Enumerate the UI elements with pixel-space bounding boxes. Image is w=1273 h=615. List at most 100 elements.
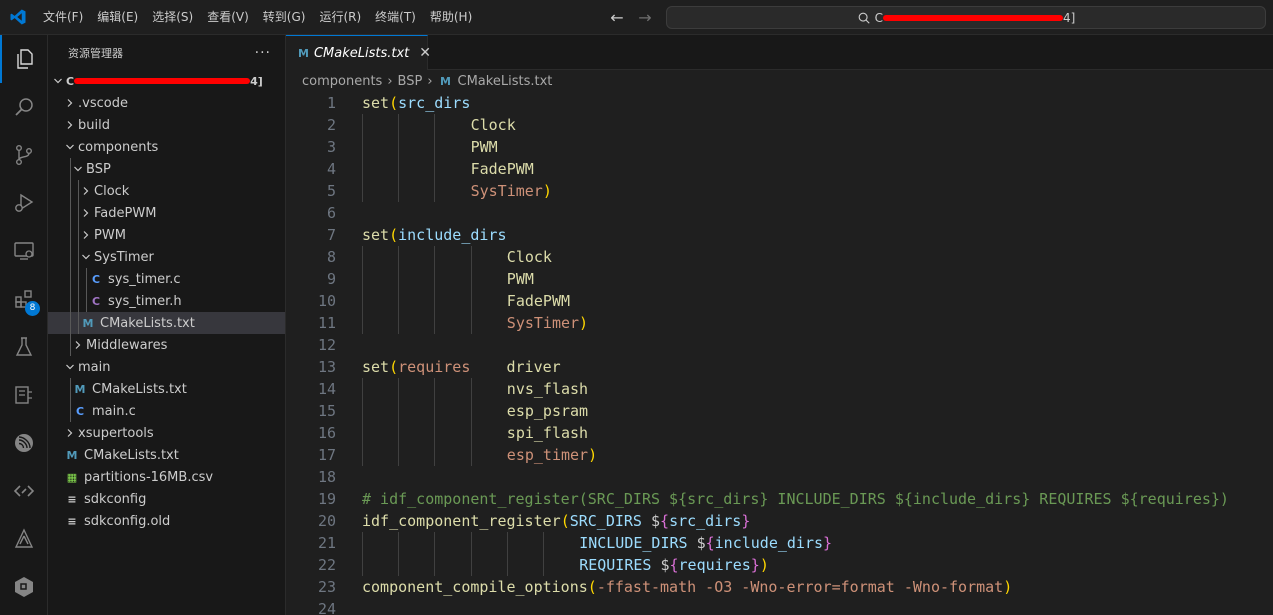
tree-folder[interactable]: PWM [48,224,285,246]
code-token: set [362,94,390,112]
close-icon[interactable]: ✕ [419,45,431,61]
code-line: 8 Clock [286,246,1273,268]
indent-guide [70,268,71,290]
tree-file[interactable]: M CMakeLists.txt [48,444,285,466]
code-line: 20 idf_component_register(SRC_DIRS ${src_… [286,510,1273,532]
vscode-logo-icon[interactable] [0,0,36,35]
indent-guide [398,246,400,268]
package-icon[interactable] [0,563,48,611]
tree-file[interactable]: ≡ sdkconfig.old [48,510,285,532]
tree-file[interactable]: ▦ partitions-16MB.csv [48,466,285,488]
breadcrumb-components[interactable]: components [302,74,382,89]
source-control-icon[interactable] [0,131,48,179]
tree-folder[interactable]: FadePWM [48,202,285,224]
cmake-file-icon: M [298,46,309,60]
tree-folder[interactable]: xsupertools [48,422,285,444]
tree-file[interactable]: Csys_timer.h [48,290,285,312]
code-line: 9 PWM [286,268,1273,290]
chevron-right-icon [78,186,94,196]
tree-file[interactable]: M CMakeLists.txt [48,378,285,400]
menu-item[interactable]: 文件(F) [36,0,90,35]
tree-folder[interactable]: .vscode [48,92,285,114]
code-token: } [750,556,760,574]
code-token: spi_flash [506,424,589,442]
menu-item[interactable]: 终端(T) [368,0,423,35]
code-token: SysTimer [506,314,580,332]
tree-item-label: build [78,117,110,133]
menu-item[interactable]: 转到(G) [256,0,313,35]
tree-folder[interactable]: main [48,356,285,378]
code-token: Clock [506,248,552,266]
run-debug-icon[interactable] [0,179,48,227]
tree-folder[interactable]: build [48,114,285,136]
code-token: nvs_flash [506,380,589,398]
deploy-icon[interactable] [0,515,48,563]
testing-icon[interactable] [0,323,48,371]
extensions-icon[interactable]: 8 [0,275,48,323]
remote-explorer-icon[interactable] [0,227,48,275]
menu-item[interactable]: 运行(R) [312,0,368,35]
forward-arrow-icon[interactable]: → [636,8,654,27]
line-number: 12 [317,336,336,354]
search-icon[interactable] [0,83,48,131]
menu-item[interactable]: 查看(V) [200,0,256,35]
cmake-file-icon: M [74,382,86,396]
code-text: esp_psram [507,400,588,422]
line-number: 11 [317,314,336,332]
indent-guide [470,422,472,444]
code-token: $ [696,534,706,552]
line-number: 15 [317,402,336,420]
breadcrumb-bsp[interactable]: BSP [398,74,423,89]
code-line: 15 esp_psram [286,400,1273,422]
menu-bar: 文件(F) 编辑(E) 选择(S) 查看(V) 转到(G) 运行(R) 终端(T) 帮助(H) [36,0,479,35]
breadcrumb-file[interactable]: CMakeLists.txt [458,74,553,89]
tree-file[interactable]: M CMakeLists.txt [48,312,285,334]
menu-item[interactable]: 帮助(H) [423,0,479,35]
tree-file[interactable]: Cmain.c [48,400,285,422]
code-text: SysTimer) [507,312,588,334]
editor-area: M CMakeLists.txt ✕ components › BSP › M … [286,35,1273,615]
tab-cmakelists[interactable]: M CMakeLists.txt ✕ [286,35,431,70]
line-number: 6 [326,204,336,222]
command-center-search[interactable]: C 4] [666,6,1266,29]
indent-guide [434,268,436,290]
tree-folder[interactable]: BSP [48,158,285,180]
code-line: 16 spi_flash [286,422,1273,444]
tree-item-label: xsupertools [78,425,154,441]
more-actions-icon[interactable]: ··· [255,45,271,61]
tree-item-label: CMakeLists.txt [100,315,195,331]
tree-file[interactable]: Csys_timer.c [48,268,285,290]
tree-folder[interactable]: components [48,136,285,158]
code-token: INCLUDE_DIRS [579,534,697,552]
serial-monitor-icon[interactable] [0,371,48,419]
explorer-icon[interactable] [0,35,48,83]
navigation-arrows: ← → [608,0,654,35]
chevron-right-icon: › [387,73,393,89]
code-editor[interactable]: 1 set(src_dirs 2 Clock 3 PWM 4 FadePWM 5 SysTimer… [286,92,1273,615]
indent-guide [70,224,71,246]
chevron-down-icon [78,252,94,262]
espressif-icon[interactable] [0,419,48,467]
line-number: 4 [326,160,336,178]
c-file-icon: C [75,404,85,418]
code-line: 12 [286,334,1273,356]
tree-folder[interactable]: Clock [48,180,285,202]
indent-guide [398,114,400,136]
back-arrow-icon[interactable]: ← [608,8,626,27]
tree-file[interactable]: ≡ sdkconfig [48,488,285,510]
tree-folder[interactable]: SysTimer [48,246,285,268]
workspace-root[interactable]: C 4] [48,70,285,92]
line-number: 14 [317,380,336,398]
indent-guide [362,378,363,400]
menu-item[interactable]: 选择(S) [145,0,200,35]
tree-item-label: CMakeLists.txt [92,381,187,397]
indent-guide [434,422,436,444]
tree-folder[interactable]: Middlewares [48,334,285,356]
menu-item[interactable]: 编辑(E) [90,0,145,35]
code-text: Clock [471,114,516,136]
tree-item-label: BSP [86,161,111,177]
indent-guide [70,202,71,224]
line-number: 22 [317,556,336,574]
indent-guide [398,312,400,334]
source-icon[interactable] [0,467,48,515]
